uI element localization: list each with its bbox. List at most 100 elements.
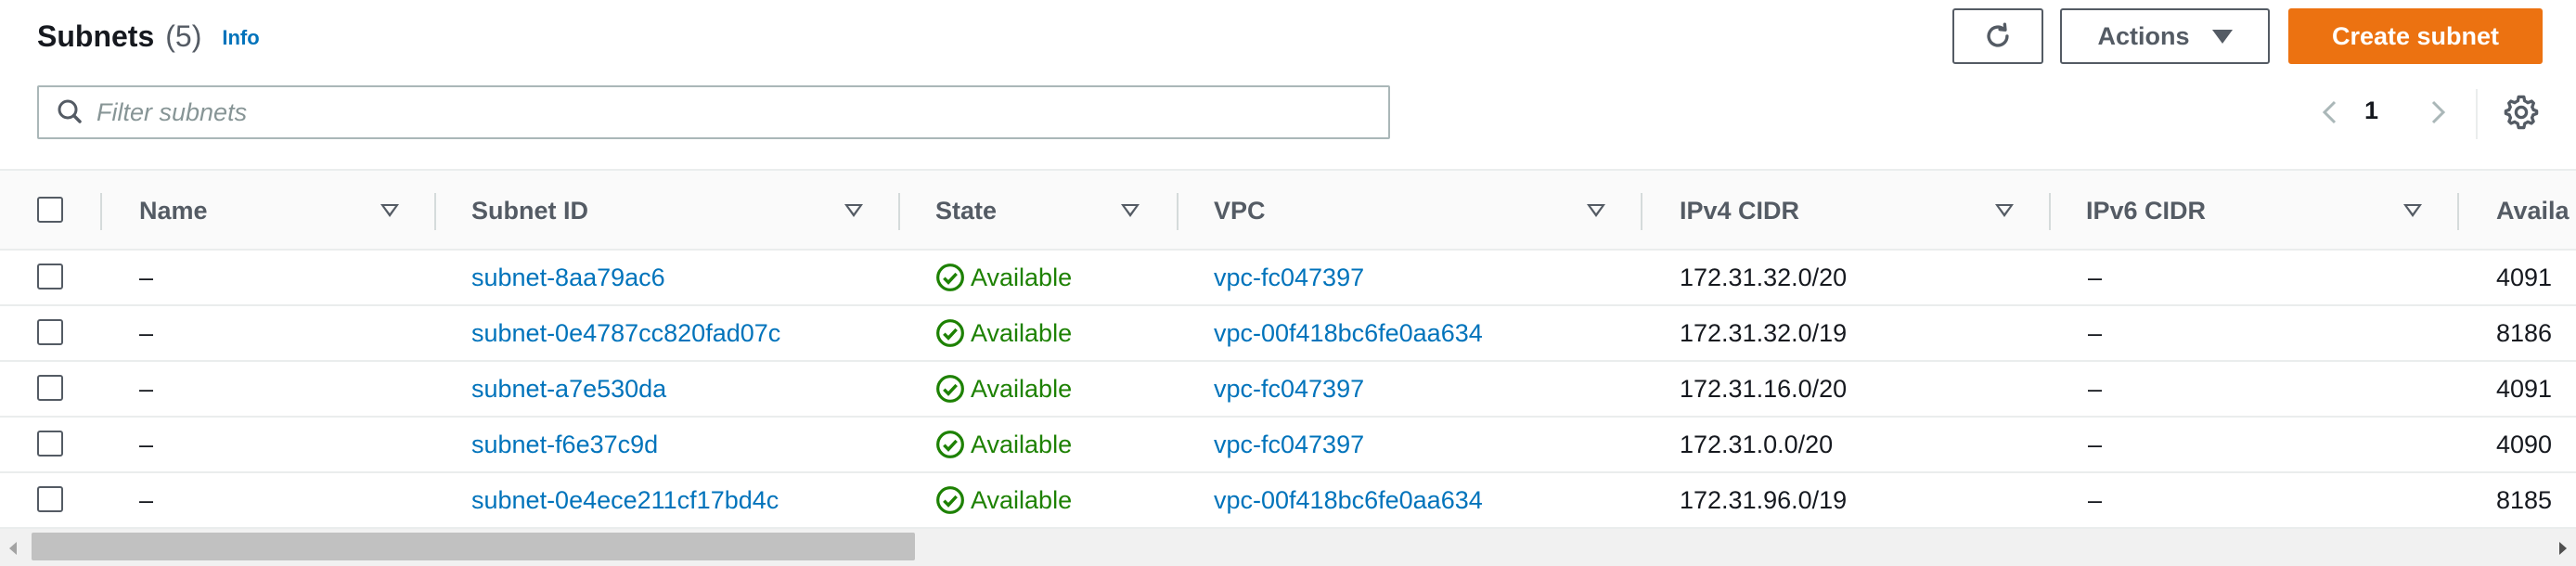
select-all-checkbox[interactable] xyxy=(37,197,63,223)
sort-icon[interactable] xyxy=(1587,204,1605,217)
previous-page-button[interactable] xyxy=(2311,85,2348,139)
table-row[interactable]: – subnet-0e4ece211cf17bd4c Available vpc… xyxy=(0,473,2576,529)
cell-subnet-id-link[interactable]: subnet-8aa79ac6 xyxy=(471,251,665,304)
cell-ipv6-cidr: – xyxy=(2088,263,2103,291)
column-header-state[interactable]: State xyxy=(935,171,997,251)
info-link[interactable]: Info xyxy=(222,26,259,50)
state-label: Available xyxy=(971,430,1073,458)
cell-name: – xyxy=(139,263,154,291)
scroll-right-arrow-icon[interactable] xyxy=(2559,542,2567,555)
cell-subnet-id-link[interactable]: subnet-0e4787cc820fad07c xyxy=(471,306,780,360)
cell-available-ips: 4090 xyxy=(2496,430,2553,458)
column-divider xyxy=(2049,193,2051,230)
check-circle-icon xyxy=(936,486,964,514)
cell-state: Available xyxy=(935,251,1072,304)
chevron-left-icon xyxy=(2322,100,2337,124)
horizontal-scrollbar[interactable] xyxy=(0,529,2576,566)
column-header-ipv4-cidr[interactable]: IPv4 CIDR xyxy=(1680,171,1799,251)
column-divider xyxy=(1177,193,1179,230)
row-checkbox[interactable] xyxy=(37,486,63,512)
column-divider xyxy=(100,193,102,230)
cell-ipv4-cidr: 172.31.32.0/20 xyxy=(1680,263,1848,291)
cell-name: – xyxy=(139,485,154,514)
chevron-right-icon xyxy=(2431,100,2446,124)
cell-name: – xyxy=(139,430,154,458)
refresh-icon xyxy=(1987,22,2009,47)
cell-state: Available xyxy=(935,418,1072,471)
table-row[interactable]: – subnet-8aa79ac6 Available vpc-fc047397… xyxy=(0,251,2576,306)
column-divider xyxy=(1641,193,1642,230)
cell-subnet-id-link[interactable]: subnet-a7e530da xyxy=(471,362,666,416)
subnet-count: (5) xyxy=(165,19,202,53)
cell-subnet-id-link[interactable]: subnet-f6e37c9d xyxy=(471,418,658,471)
subnets-table: Name Subnet ID State VPC IPv4 CIDR IPv6 … xyxy=(0,169,2576,529)
cell-state: Available xyxy=(935,362,1072,416)
cell-ipv6-cidr: – xyxy=(2088,485,2103,514)
page-header: Subnets (5) Info xyxy=(37,13,260,59)
table-row[interactable]: – subnet-0e4787cc820fad07c Available vpc… xyxy=(0,306,2576,362)
gear-icon xyxy=(2504,95,2539,130)
check-circle-icon xyxy=(936,375,964,403)
state-label: Available xyxy=(971,263,1073,291)
check-circle-icon xyxy=(936,264,964,291)
create-subnet-button[interactable]: Create subnet xyxy=(2288,8,2543,64)
cell-available-ips: 4091 xyxy=(2496,263,2553,291)
row-checkbox[interactable] xyxy=(37,375,63,401)
state-label: Available xyxy=(971,374,1073,403)
table-row[interactable]: – subnet-a7e530da Available vpc-fc047397… xyxy=(0,362,2576,418)
next-page-button[interactable] xyxy=(2420,85,2457,139)
column-divider xyxy=(2457,193,2459,230)
cell-name: – xyxy=(139,374,154,403)
state-label: Available xyxy=(971,485,1073,514)
cell-ipv6-cidr: – xyxy=(2088,374,2103,403)
scrollbar-thumb[interactable] xyxy=(32,533,915,560)
column-header-vpc[interactable]: VPC xyxy=(1214,171,1266,251)
cell-ipv4-cidr: 172.31.96.0/19 xyxy=(1680,485,1848,514)
cell-state: Available xyxy=(935,473,1072,527)
cell-subnet-id-link[interactable]: subnet-0e4ece211cf17bd4c xyxy=(471,473,779,527)
cell-name: – xyxy=(139,318,154,347)
actions-label: Actions xyxy=(2097,21,2190,50)
column-divider xyxy=(898,193,900,230)
column-header-ipv6-cidr[interactable]: IPv6 CIDR xyxy=(2086,171,2206,251)
sort-icon[interactable] xyxy=(1121,204,1140,217)
cell-available-ips: 8186 xyxy=(2496,318,2553,347)
cell-ipv4-cidr: 172.31.32.0/19 xyxy=(1680,318,1848,347)
cell-ipv6-cidr: – xyxy=(2088,318,2103,347)
page-number[interactable]: 1 xyxy=(2364,96,2378,125)
sort-icon[interactable] xyxy=(844,204,863,217)
column-header-subnet-id[interactable]: Subnet ID xyxy=(471,171,588,251)
cell-available-ips: 4091 xyxy=(2496,374,2553,403)
cell-vpc-link[interactable]: vpc-fc047397 xyxy=(1214,251,1364,304)
check-circle-icon xyxy=(936,431,964,458)
filter-box[interactable] xyxy=(37,85,1390,139)
filter-input[interactable] xyxy=(95,96,1375,128)
actions-button[interactable]: Actions xyxy=(2060,8,2270,64)
search-icon xyxy=(39,86,95,138)
row-checkbox[interactable] xyxy=(37,264,63,289)
cell-vpc-link[interactable]: vpc-00f418bc6fe0aa634 xyxy=(1214,306,1483,360)
column-header-name[interactable]: Name xyxy=(139,171,208,251)
cell-state: Available xyxy=(935,306,1072,360)
pager-divider xyxy=(2476,89,2478,139)
table-header: Name Subnet ID State VPC IPv4 CIDR IPv6 … xyxy=(0,169,2576,251)
row-checkbox[interactable] xyxy=(37,319,63,345)
caret-down-icon xyxy=(2211,29,2233,44)
state-label: Available xyxy=(971,318,1073,347)
cell-ipv6-cidr: – xyxy=(2088,430,2103,458)
sort-icon[interactable] xyxy=(2403,204,2422,217)
refresh-button[interactable] xyxy=(1952,8,2043,64)
column-divider xyxy=(434,193,436,230)
preferences-button[interactable] xyxy=(2502,93,2541,132)
sort-icon[interactable] xyxy=(380,204,399,217)
table-row[interactable]: – subnet-f6e37c9d Available vpc-fc047397… xyxy=(0,418,2576,473)
cell-vpc-link[interactable]: vpc-fc047397 xyxy=(1214,362,1364,416)
cell-vpc-link[interactable]: vpc-fc047397 xyxy=(1214,418,1364,471)
cell-ipv4-cidr: 172.31.16.0/20 xyxy=(1680,374,1848,403)
cell-ipv4-cidr: 172.31.0.0/20 xyxy=(1680,430,1834,458)
scroll-left-arrow-icon[interactable] xyxy=(9,542,17,555)
cell-vpc-link[interactable]: vpc-00f418bc6fe0aa634 xyxy=(1214,473,1483,527)
row-checkbox[interactable] xyxy=(37,431,63,457)
column-header-available-ips[interactable]: Availa xyxy=(2496,171,2570,251)
sort-icon[interactable] xyxy=(1995,204,2014,217)
